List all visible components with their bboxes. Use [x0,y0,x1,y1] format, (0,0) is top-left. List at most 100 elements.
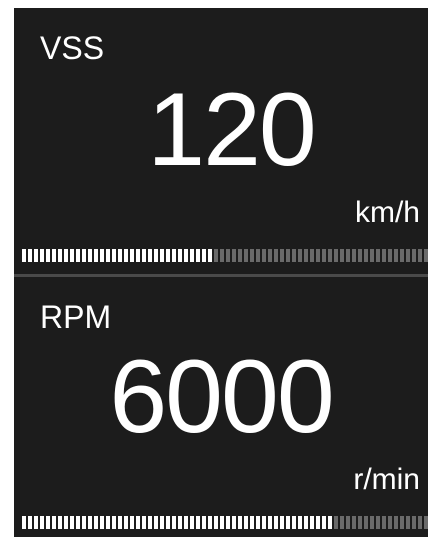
level-segment [274,516,278,529]
level-segment [316,516,320,529]
level-segment [208,516,212,529]
level-segment [358,516,362,529]
level-segment [64,516,68,529]
level-segment [406,249,410,262]
level-segment [406,516,410,529]
level-segment [244,516,248,529]
vss-label: VSS [40,30,105,66]
level-segment [328,249,332,262]
level-segment [118,516,122,529]
level-segment [82,516,86,529]
level-segment [304,516,308,529]
level-segment [232,249,236,262]
level-segment [280,516,284,529]
level-segment [394,249,398,262]
level-segment [310,249,314,262]
level-segment [424,249,428,262]
level-segment [22,516,26,529]
level-segment [226,249,230,262]
level-segment [106,516,110,529]
level-segment [262,516,266,529]
level-segment [340,249,344,262]
level-segment [88,516,92,529]
level-segment [310,516,314,529]
level-segment [292,516,296,529]
level-segment [382,249,386,262]
level-segment [268,516,272,529]
level-segment [418,516,422,529]
vss-level-bar [22,249,428,262]
level-segment [64,249,68,262]
level-segment [58,516,62,529]
level-segment [190,516,194,529]
level-segment [418,249,422,262]
level-segment [274,249,278,262]
level-segment [142,516,146,529]
level-segment [154,516,158,529]
level-segment [124,516,128,529]
level-segment [298,516,302,529]
level-segment [382,516,386,529]
level-segment [130,249,134,262]
level-segment [250,249,254,262]
level-segment [238,516,242,529]
level-segment [220,249,224,262]
level-segment [280,249,284,262]
level-segment [400,249,404,262]
level-segment [52,516,56,529]
level-segment [322,516,326,529]
level-segment [166,516,170,529]
level-segment [52,249,56,262]
level-segment [184,516,188,529]
level-segment [34,516,38,529]
level-segment [358,249,362,262]
level-segment [346,516,350,529]
level-segment [196,249,200,262]
level-segment [268,249,272,262]
level-segment [256,249,260,262]
level-segment [196,516,200,529]
level-segment [124,249,128,262]
level-segment [136,249,140,262]
level-segment [376,249,380,262]
level-segment [28,516,32,529]
level-segment [292,249,296,262]
level-segment [364,249,368,262]
level-segment [166,249,170,262]
level-segment [88,249,92,262]
level-segment [160,249,164,262]
rpm-label: RPM [40,299,112,335]
level-segment [214,516,218,529]
level-segment [388,249,392,262]
level-segment [190,249,194,262]
level-segment [154,249,158,262]
level-segment [370,516,374,529]
level-segment [178,516,182,529]
level-segment [202,516,206,529]
level-segment [328,516,332,529]
level-segment [106,249,110,262]
level-segment [220,516,224,529]
level-segment [76,516,80,529]
level-segment [226,516,230,529]
level-segment [202,249,206,262]
level-segment [214,249,218,262]
level-segment [172,249,176,262]
rpm-gauge: RPM 6000 r/min [14,277,428,537]
level-segment [136,516,140,529]
gauge-display-panel: VSS 120 km/h RPM 6000 r/min [14,8,428,537]
level-segment [304,249,308,262]
level-segment [94,516,98,529]
level-segment [298,249,302,262]
level-segment [364,516,368,529]
vss-gauge: VSS 120 km/h [14,8,428,274]
level-segment [28,249,32,262]
level-segment [112,516,116,529]
rpm-level-bar [22,516,428,529]
vss-value: 120 [147,72,317,188]
level-segment [256,516,260,529]
level-segment [340,516,344,529]
level-segment [58,249,62,262]
rpm-value: 6000 [109,339,334,455]
level-segment [40,249,44,262]
